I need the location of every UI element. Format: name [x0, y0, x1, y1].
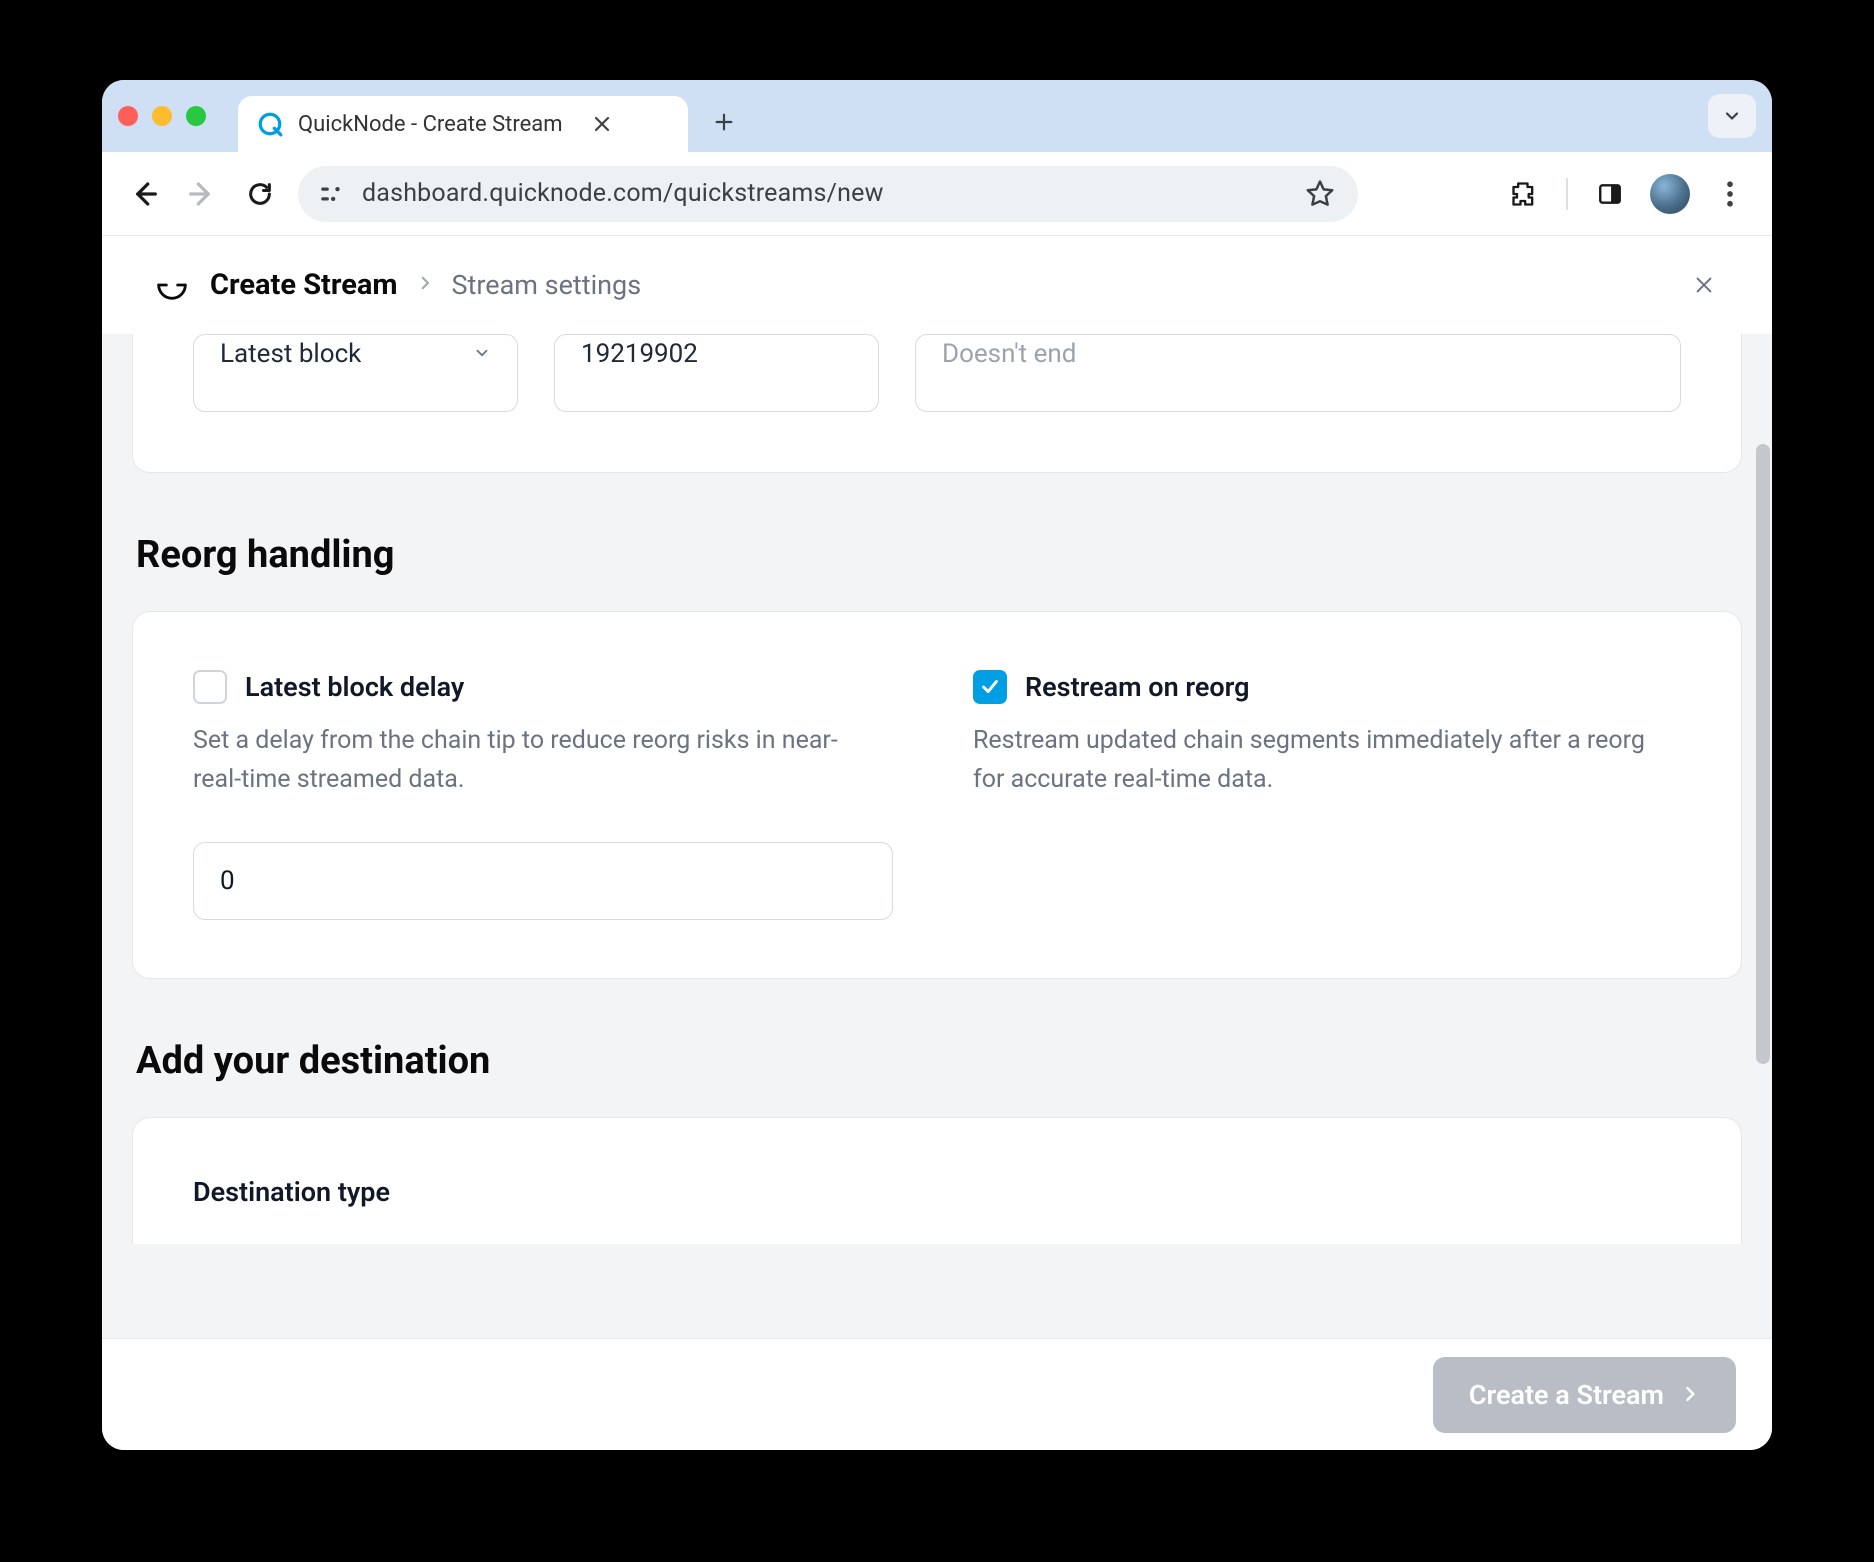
breadcrumb-title: Create Stream — [210, 268, 398, 302]
url-text: dashboard.quicknode.com/quickstreams/new — [362, 179, 884, 208]
side-panel-icon[interactable] — [1590, 174, 1630, 214]
window-minimize-button[interactable] — [152, 106, 172, 126]
block-number-value: 19219902 — [581, 339, 698, 369]
tab-title: QuickNode - Create Stream — [298, 112, 563, 137]
destination-type-label: Destination type — [193, 1176, 1681, 1208]
destination-section-title: Add your destination — [136, 1039, 1742, 1083]
restream-on-reorg-group: Restream on reorg Restream updated chain… — [973, 670, 1681, 920]
extensions-icon[interactable] — [1504, 174, 1544, 214]
browser-toolbar: dashboard.quicknode.com/quickstreams/new — [102, 152, 1772, 236]
scrollbar-thumb[interactable] — [1756, 444, 1770, 1064]
scroll-area[interactable]: Latest block 19219902 Doesn't end Reorg … — [102, 334, 1772, 1338]
tab-strip: QuickNode - Create Stream — [102, 80, 1772, 152]
restream-on-reorg-checkbox[interactable] — [973, 670, 1007, 704]
latest-block-delay-description: Set a delay from the chain tip to reduce… — [193, 722, 883, 800]
latest-block-delay-checkbox[interactable] — [193, 670, 227, 704]
browser-window: QuickNode - Create Stream d — [102, 80, 1772, 1450]
delay-value-input[interactable]: 0 — [193, 842, 893, 920]
destination-panel: Destination type — [132, 1117, 1742, 1244]
chevron-right-icon — [416, 274, 434, 296]
reorg-panel: Latest block delay Set a delay from the … — [132, 611, 1742, 979]
bookmark-star-icon[interactable] — [1300, 174, 1340, 214]
chevron-right-icon — [1680, 1379, 1700, 1411]
create-stream-label: Create a Stream — [1469, 1379, 1664, 1411]
quicknode-favicon-icon — [256, 110, 284, 138]
profile-avatar[interactable] — [1650, 174, 1690, 214]
close-button[interactable] — [1686, 267, 1722, 303]
address-bar[interactable]: dashboard.quicknode.com/quickstreams/new — [298, 166, 1358, 222]
browser-menu-icon[interactable] — [1710, 174, 1750, 214]
forward-button[interactable] — [182, 174, 222, 214]
end-block-input[interactable]: Doesn't end — [915, 334, 1681, 412]
toolbar-divider — [1566, 178, 1568, 210]
end-block-placeholder: Doesn't end — [942, 339, 1076, 369]
back-button[interactable] — [124, 174, 164, 214]
tab-dropdown-button[interactable] — [1708, 94, 1756, 138]
new-tab-button[interactable] — [702, 100, 746, 144]
restream-on-reorg-description: Restream updated chain segments immediat… — [973, 722, 1663, 800]
window-controls — [118, 106, 206, 126]
tab-close-button[interactable] — [589, 111, 615, 137]
window-maximize-button[interactable] — [186, 106, 206, 126]
start-block-select[interactable]: Latest block — [193, 334, 518, 412]
latest-block-delay-label: Latest block delay — [245, 671, 464, 703]
site-info-icon[interactable] — [316, 179, 346, 209]
page-header: Create Stream Stream settings — [102, 236, 1772, 334]
create-stream-button[interactable]: Create a Stream — [1433, 1357, 1736, 1433]
start-block-value: Latest block — [220, 339, 361, 369]
page-viewport: Create Stream Stream settings Latest blo… — [102, 236, 1772, 1450]
latest-block-delay-group: Latest block delay Set a delay from the … — [193, 670, 901, 920]
bottom-bar: Create a Stream — [102, 1338, 1772, 1450]
scrollbar[interactable] — [1750, 334, 1772, 1338]
browser-tab[interactable]: QuickNode - Create Stream — [238, 96, 688, 152]
delay-value: 0 — [220, 866, 235, 896]
block-number-input[interactable]: 19219902 — [554, 334, 879, 412]
reorg-section-title: Reorg handling — [136, 533, 1742, 577]
breadcrumb-subtitle: Stream settings — [452, 269, 642, 301]
reload-button[interactable] — [240, 174, 280, 214]
restream-on-reorg-label: Restream on reorg — [1025, 671, 1249, 703]
window-close-button[interactable] — [118, 106, 138, 126]
stream-icon — [152, 265, 192, 305]
stream-range-panel: Latest block 19219902 Doesn't end — [132, 334, 1742, 473]
chevron-down-icon — [473, 339, 491, 369]
